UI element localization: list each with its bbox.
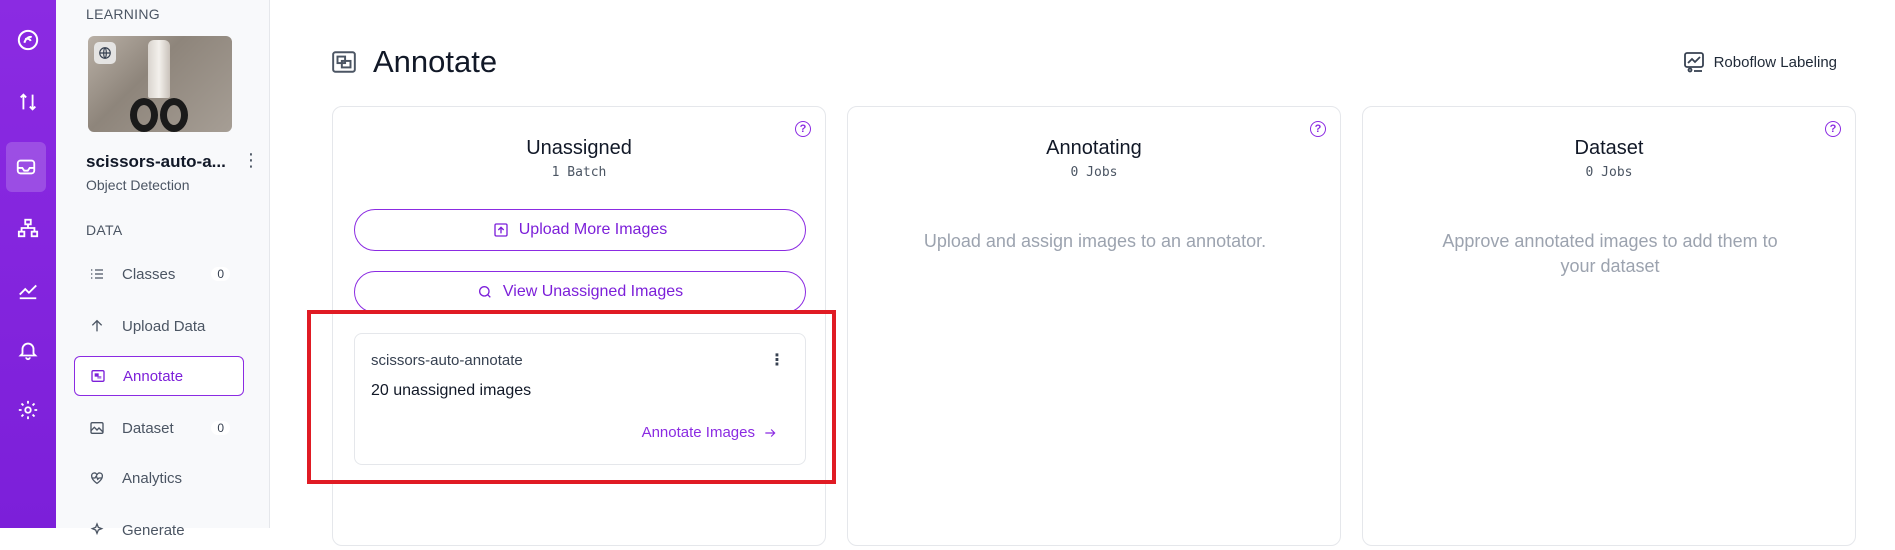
sidebar-item-analytics[interactable]: Analytics [74, 458, 244, 498]
thumbnail-scissors-blade [148, 40, 170, 98]
column-subtitle: 1 Batch [551, 165, 607, 180]
app-rail [0, 0, 56, 528]
arrow-right-icon [765, 428, 776, 437]
project-name[interactable]: scissors-auto-a... [86, 152, 226, 172]
roboflow-labeling-button[interactable]: Roboflow Labeling [1682, 50, 1837, 74]
gear-icon[interactable] [0, 388, 56, 432]
batch-image-count: 20 unassigned images [371, 382, 532, 399]
button-label: Upload More Images [518, 221, 668, 238]
transfer-icon[interactable] [0, 80, 56, 124]
chart-icon[interactable] [0, 268, 56, 312]
annotate-icon [332, 51, 356, 73]
sidebar-item-upload-data[interactable]: Upload Data [74, 306, 244, 346]
image-icon [88, 419, 106, 437]
unassigned-column: ? Unassigned 1 Batch Upload More Images … [332, 106, 826, 546]
section-label-data: DATA [86, 222, 123, 238]
sidebar-item-label: Classes [122, 265, 176, 283]
count-badge: 0 [211, 267, 230, 281]
roboflow-logo-icon[interactable] [0, 18, 56, 62]
main-content: Annotate Roboflow Labeling ? Unassigned … [271, 0, 1895, 546]
annotating-column: ? Annotating 0 Jobs Upload and assign im… [847, 106, 1341, 546]
project-menu-icon[interactable]: ⋮ [242, 150, 260, 171]
count-badge: 0 [211, 421, 230, 435]
column-subtitle: 0 Jobs [1585, 165, 1633, 180]
help-icon[interactable]: ? [795, 121, 811, 137]
sparkle-icon [88, 521, 106, 539]
upload-more-images-button[interactable]: Upload More Images [354, 209, 806, 251]
labeling-icon [1683, 52, 1704, 73]
annotate-images-link[interactable]: Annotate Images [642, 424, 777, 441]
project-type: Object Detection [86, 177, 190, 193]
column-title: Dataset [1574, 137, 1644, 159]
sidebar-item-dataset[interactable]: Dataset 0 [74, 408, 244, 448]
sidebar-item-label: Dataset [122, 419, 174, 437]
sidebar-item-label: Upload Data [122, 317, 206, 335]
column-title: Annotating [1046, 137, 1142, 159]
sidebar-item-generate[interactable]: Generate [74, 510, 244, 550]
section-label-learning: LEARNING [86, 6, 160, 22]
sidebar-item-label: Generate [122, 521, 185, 539]
sidebar-item-annotate[interactable]: Annotate [74, 356, 244, 396]
help-icon[interactable]: ? [1825, 121, 1841, 137]
search-icon [478, 286, 491, 298]
inbox-icon[interactable] [6, 142, 46, 192]
page-header: Annotate [331, 44, 497, 80]
upload-icon [494, 223, 508, 237]
sidebar-item-label: Analytics [122, 469, 183, 487]
arrow-up-icon [88, 317, 106, 335]
help-icon[interactable]: ? [1310, 121, 1326, 137]
roboflow-labeling-label: Roboflow Labeling [1713, 53, 1837, 71]
sidebar-item-label: Annotate [123, 367, 184, 385]
project-thumbnail[interactable] [88, 36, 232, 132]
page-title: Annotate [373, 44, 498, 79]
bell-icon[interactable] [0, 328, 56, 372]
list-icon [88, 265, 106, 283]
empty-state-text: Approve annotated images to add them to … [1442, 231, 1778, 276]
column-subtitle: 0 Jobs [1070, 165, 1118, 180]
link-label: Annotate Images [641, 424, 755, 441]
thumbnail-scissors-handle [130, 98, 158, 132]
batch-card[interactable]: scissors-auto-annotate ⋮ 20 unassigned i… [354, 333, 806, 465]
view-unassigned-images-button[interactable]: View Unassigned Images [354, 271, 806, 313]
dataset-column: ? Dataset 0 Jobs Approve annotated image… [1362, 106, 1856, 546]
workflow-icon[interactable] [0, 206, 56, 250]
sidebar-item-classes[interactable]: Classes 0 [74, 254, 244, 294]
globe-icon [94, 42, 116, 64]
batch-name: scissors-auto-annotate [371, 352, 523, 369]
batch-menu-icon[interactable]: ⋮ [769, 350, 785, 370]
thumbnail-scissors-handle [160, 98, 188, 132]
empty-state-text: Upload and assign images to an annotator… [923, 231, 1267, 251]
project-sidebar: LEARNING scissors-auto-a... ⋮ Object Det… [56, 0, 270, 539]
heart-pulse-icon [88, 469, 106, 487]
button-label: View Unassigned Images [502, 283, 684, 300]
annotate-icon [89, 367, 107, 385]
column-title: Unassigned [526, 137, 632, 159]
